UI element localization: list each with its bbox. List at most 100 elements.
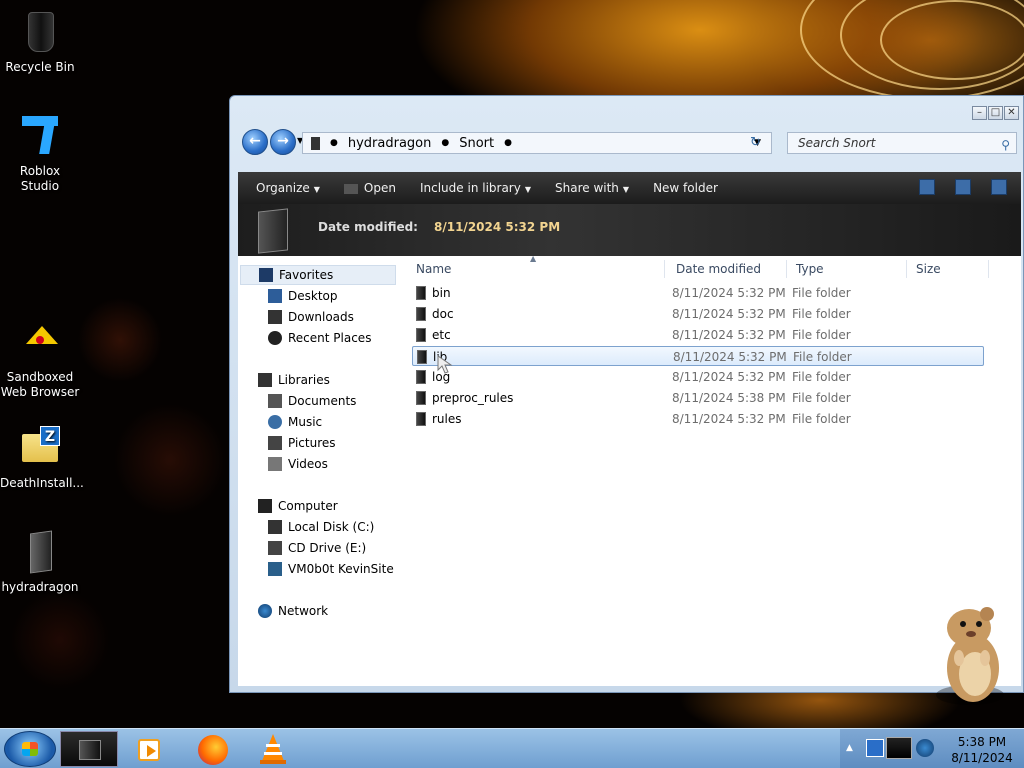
desktop-icon-recycle-bin[interactable]: Recycle Bin <box>0 8 80 75</box>
start-button[interactable] <box>4 731 56 767</box>
taskbar-media-player[interactable] <box>134 731 164 767</box>
maximize-button[interactable]: □ <box>988 106 1003 120</box>
folder-icon <box>416 391 426 405</box>
column-size[interactable]: Size <box>916 262 941 276</box>
system-clock[interactable]: 5:38 PM 8/11/2024 <box>944 734 1020 766</box>
nav-computer[interactable]: Computer <box>258 496 338 516</box>
file-row-preproc-rules[interactable]: preproc_rules 8/11/2024 5:38 PM File fol… <box>412 388 984 408</box>
sandbox-icon <box>16 318 64 366</box>
network-drive-icon <box>268 562 282 576</box>
details-pane: Date modified: 8/11/2024 5:32 PM <box>238 204 1021 256</box>
folder-icon <box>416 286 426 300</box>
search-icon[interactable]: ⚲ <box>1001 135 1010 155</box>
preview-pane-icon[interactable] <box>955 179 971 195</box>
clock-icon <box>268 331 282 345</box>
desktop-icon-sandboxed-browser[interactable]: Sandboxed Web Browser <box>0 318 80 400</box>
roblox-studio-icon <box>16 112 64 160</box>
folder-icon <box>416 307 426 321</box>
sort-ascending-icon: ▲ <box>530 254 537 263</box>
volume-icon[interactable] <box>916 739 934 757</box>
download-icon <box>268 310 282 324</box>
details-value: 8/11/2024 5:32 PM <box>434 220 561 234</box>
folder-icon <box>79 740 101 760</box>
share-with-button[interactable]: Share with ▼ <box>555 181 629 195</box>
nav-vm-drive[interactable]: VM0b0t KevinSite <box>268 559 394 579</box>
nav-network[interactable]: Network <box>258 601 328 621</box>
folder-icon <box>16 528 64 576</box>
folder-icon <box>416 412 426 426</box>
bluetooth-icon[interactable] <box>866 739 884 757</box>
taskbar-firefox[interactable] <box>196 731 230 767</box>
desktop-icon-hydradragon[interactable]: hydradragon <box>0 528 80 595</box>
details-label: Date modified: <box>318 220 418 234</box>
include-in-library-button[interactable]: Include in library ▼ <box>420 181 531 195</box>
nav-local-disk[interactable]: Local Disk (C:) <box>268 517 374 537</box>
media-player-icon <box>138 739 160 761</box>
show-hidden-icons-button[interactable]: ▲ <box>846 743 853 753</box>
nav-documents[interactable]: Documents <box>268 391 356 411</box>
forward-button[interactable]: → <box>270 129 296 155</box>
nav-desktop[interactable]: Desktop <box>268 286 338 306</box>
nav-favorites[interactable]: Favorites <box>240 265 396 285</box>
taskbar-vlc[interactable] <box>258 731 288 767</box>
nav-music[interactable]: Music <box>268 412 322 432</box>
back-button[interactable]: ← <box>242 129 268 155</box>
column-type[interactable]: Type <box>796 262 824 276</box>
music-icon <box>268 415 282 429</box>
desktop-icon-deathinstall[interactable]: Z DeathInstall... <box>0 424 84 491</box>
folder-icon <box>311 136 320 150</box>
column-date-modified[interactable]: Date modified <box>676 262 761 276</box>
hamster-mascot-icon <box>936 607 1004 705</box>
zip-folder-icon: Z <box>16 424 64 472</box>
file-row-doc[interactable]: doc 8/11/2024 5:32 PM File folder <box>412 304 984 324</box>
window-controls: – □ ✕ <box>972 106 1019 120</box>
open-button[interactable]: Open <box>343 181 396 195</box>
breadcrumb-hydradragon[interactable]: hydradragon <box>348 136 432 151</box>
explorer-window: – □ ✕ ← → ▼ ● hydradragon ● Snort ● ▼ ↻ … <box>229 95 1024 693</box>
drive-icon <box>268 520 282 534</box>
wallpaper-swirl <box>880 0 1024 80</box>
taskbar-explorer[interactable] <box>60 731 118 767</box>
nav-cd-drive[interactable]: CD Drive (E:) <box>268 538 366 558</box>
organize-button[interactable]: Organize ▼ <box>256 181 320 195</box>
open-icon <box>343 183 358 194</box>
minimize-button[interactable]: – <box>972 106 987 120</box>
recycle-bin-icon <box>16 8 64 56</box>
breadcrumb-snort[interactable]: Snort <box>459 136 494 151</box>
close-button[interactable]: ✕ <box>1004 106 1019 120</box>
file-row-lib[interactable]: lib 8/11/2024 5:32 PM File folder <box>412 346 984 366</box>
network-icon <box>258 604 272 618</box>
video-icon <box>268 457 282 471</box>
nav-libraries[interactable]: Libraries <box>258 370 330 390</box>
nav-recent-places[interactable]: Recent Places <box>268 328 371 348</box>
file-row-rules[interactable]: rules 8/11/2024 5:32 PM File folder <box>412 409 984 429</box>
firefox-icon <box>198 735 228 765</box>
chevron-right-icon[interactable]: ● <box>330 138 338 148</box>
folder-icon <box>258 208 288 254</box>
computer-icon <box>258 499 272 513</box>
nav-pictures[interactable]: Pictures <box>268 433 336 453</box>
file-row-bin[interactable]: bin 8/11/2024 5:32 PM File folder <box>412 283 984 303</box>
help-icon[interactable] <box>991 179 1007 195</box>
star-icon <box>259 268 273 282</box>
column-name[interactable]: Name <box>416 262 451 276</box>
nav-downloads[interactable]: Downloads <box>268 307 354 327</box>
address-bar[interactable]: ● hydradragon ● Snort ● ▼ <box>302 132 772 154</box>
network-status-icon[interactable] <box>886 737 912 759</box>
desktop-icon-roblox-studio[interactable]: Roblox Studio <box>0 112 80 194</box>
content-area: Favorites Desktop Downloads Recent Place… <box>238 254 1021 686</box>
search-input[interactable]: Search Snort ⚲ <box>787 132 1017 154</box>
vlc-icon <box>260 734 286 764</box>
picture-icon <box>268 436 282 450</box>
view-controls <box>919 179 1007 195</box>
change-view-icon[interactable] <box>919 179 935 195</box>
file-row-etc[interactable]: etc 8/11/2024 5:32 PM File folder <box>412 325 984 345</box>
file-row-log[interactable]: log 8/11/2024 5:32 PM File folder <box>412 367 984 387</box>
chevron-right-icon[interactable]: ● <box>504 138 512 148</box>
new-folder-button[interactable]: New folder <box>653 181 718 195</box>
refresh-icon[interactable]: ↻ <box>750 135 761 150</box>
chevron-right-icon[interactable]: ● <box>441 138 449 148</box>
cd-drive-icon <box>268 541 282 555</box>
nav-videos[interactable]: Videos <box>268 454 328 474</box>
folder-icon <box>417 350 427 364</box>
